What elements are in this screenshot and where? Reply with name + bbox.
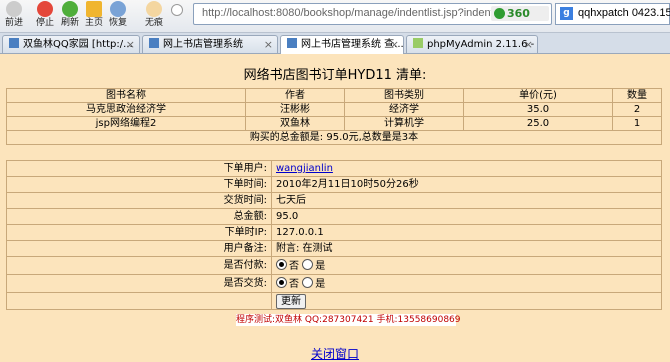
table-row: jsp网络编程2 双鱼林 计算机学 25.0 1 xyxy=(6,116,662,131)
user-value: wangjianlin xyxy=(271,160,662,177)
book-name-cell: 马克思政治经济学 xyxy=(6,102,246,117)
category-cell: 经济学 xyxy=(344,102,464,117)
forward-icon xyxy=(6,1,22,17)
close-window-link[interactable]: 关闭窗口 xyxy=(0,345,670,362)
delivery-value: 七天后 xyxy=(271,192,662,209)
amount-value: 95.0 xyxy=(271,208,662,225)
restore-button[interactable]: 恢复 xyxy=(104,0,132,32)
tab-bookshop-order[interactable]: 网上书店管理系统 查... × xyxy=(280,35,404,54)
time-value: 2010年2月11日10时50分26秒 xyxy=(271,176,662,193)
update-button[interactable]: 更新 xyxy=(276,293,306,309)
forward-button[interactable]: 前进 xyxy=(0,0,28,32)
author-cell: 汪彬彬 xyxy=(245,102,345,117)
detail-row: 用户备注: 附言: 在测试 xyxy=(6,240,662,257)
delivered-no-radio[interactable] xyxy=(276,276,287,288)
order-details-table: 下单用户: wangjianlin 下单时间: 2010年2月11日10时50分… xyxy=(6,160,662,310)
user-label: 下单用户: xyxy=(6,160,272,177)
restore-icon xyxy=(110,1,126,17)
header-cell: 单价(元) xyxy=(463,88,613,103)
book-name-cell: jsp网络编程2 xyxy=(6,116,246,131)
price-cell: 35.0 xyxy=(463,102,613,117)
header-cell: 图书类别 xyxy=(344,88,464,103)
delivered-label: 是否交货: xyxy=(6,274,272,293)
paid-label: 是否付款: xyxy=(6,256,272,275)
ip-value: 127.0.0.1 xyxy=(271,224,662,241)
page-icon xyxy=(149,38,159,48)
quantity-cell: 1 xyxy=(612,116,662,131)
detail-row: 是否付款: 否 是 xyxy=(6,256,662,275)
table-header-row: 图书名称 作者 图书类别 单价(元) 数量 xyxy=(6,88,662,103)
paid-no-radio[interactable] xyxy=(276,258,287,270)
remark-label: 用户备注: xyxy=(6,240,272,257)
books-table: 图书名称 作者 图书类别 单价(元) 数量 马克思政治经济学 汪彬彬 经济学 3… xyxy=(6,88,662,145)
tester-info: 程序测试:双鱼林 QQ:287307421 手机:13558690869 xyxy=(236,314,461,326)
close-icon[interactable]: × xyxy=(264,36,273,53)
page-icon xyxy=(9,38,19,48)
header-cell: 数量 xyxy=(612,88,662,103)
stop-icon xyxy=(37,1,53,17)
tab-qq[interactable]: 双鱼林QQ家园 [http:/... × xyxy=(2,35,140,53)
menu-dropdown-button[interactable] xyxy=(168,0,186,32)
page-icon xyxy=(413,38,423,48)
chevron-down-icon xyxy=(171,4,183,16)
detail-row: 总金额: 95.0 xyxy=(6,208,662,225)
detail-row: 交货时间: 七天后 xyxy=(6,192,662,209)
table-row: 马克思政治经济学 汪彬彬 经济学 35.0 2 xyxy=(6,102,662,117)
quantity-cell: 2 xyxy=(612,102,662,117)
close-icon[interactable]: × xyxy=(524,36,533,53)
search-engine-icon: g xyxy=(560,7,573,20)
detail-row: 下单用户: wangjianlin xyxy=(6,160,662,177)
tab-bar: 双鱼林QQ家园 [http:/... × 网上书店管理系统 × 网上书店管理系统 查… xyxy=(0,33,670,54)
time-label: 下单时间: xyxy=(6,176,272,193)
home-icon xyxy=(86,1,102,17)
notrace-icon xyxy=(146,1,162,17)
amount-label: 总金额: xyxy=(6,208,272,225)
paid-options: 否 是 xyxy=(271,256,662,275)
detail-row: 下单时间: 2010年2月11日10时50分26秒 xyxy=(6,176,662,193)
search-box[interactable]: g qqhxpatch 0423.15 xyxy=(555,3,670,25)
browser-toolbar: 前进 停止 刷新 主页 恢复 无痕 http://localhost:8080/… xyxy=(0,0,670,33)
ip-label: 下单时IP: xyxy=(6,224,272,241)
refresh-icon xyxy=(62,1,78,17)
close-icon[interactable]: × xyxy=(390,36,399,53)
total-text: 购买的总金额是: 95.0元,总数量是3本 xyxy=(6,130,662,145)
notrace-button[interactable]: 无痕 xyxy=(140,0,168,32)
page-title: 网络书店图书订单HYD11 清单: xyxy=(243,68,427,83)
delivered-options: 否 是 xyxy=(271,274,662,293)
address-text[interactable]: http://localhost:8080/bookshop/manage/in… xyxy=(202,7,494,19)
stop-button[interactable]: 停止 xyxy=(31,0,59,32)
total-row: 购买的总金额是: 95.0元,总数量是3本 xyxy=(6,130,662,145)
close-icon[interactable]: × xyxy=(126,36,135,53)
author-cell: 双鱼林 xyxy=(245,116,345,131)
paid-yes-radio[interactable] xyxy=(302,258,314,270)
security-badge[interactable]: 360 xyxy=(491,6,549,21)
page-icon xyxy=(287,38,297,48)
update-cell: 更新 xyxy=(271,292,662,310)
address-bar[interactable]: http://localhost:8080/bookshop/manage/in… xyxy=(193,3,552,25)
detail-row: 更新 xyxy=(6,292,662,310)
remark-value: 附言: 在测试 xyxy=(271,240,662,257)
header-cell: 作者 xyxy=(245,88,345,103)
delivery-label: 交货时间: xyxy=(6,192,272,209)
detail-row: 是否交货: 否 是 xyxy=(6,274,662,293)
header-cell: 图书名称 xyxy=(6,88,246,103)
detail-row: 下单时IP: 127.0.0.1 xyxy=(6,224,662,241)
price-cell: 25.0 xyxy=(463,116,613,131)
user-link[interactable]: wangjianlin xyxy=(276,163,333,174)
tab-bookshop[interactable]: 网上书店管理系统 × xyxy=(142,35,278,53)
category-cell: 计算机学 xyxy=(344,116,464,131)
delivered-yes-radio[interactable] xyxy=(302,276,314,288)
tab-phpmyadmin[interactable]: phpMyAdmin 2.11.6 - L...× xyxy=(406,35,538,53)
check-icon xyxy=(494,8,505,19)
